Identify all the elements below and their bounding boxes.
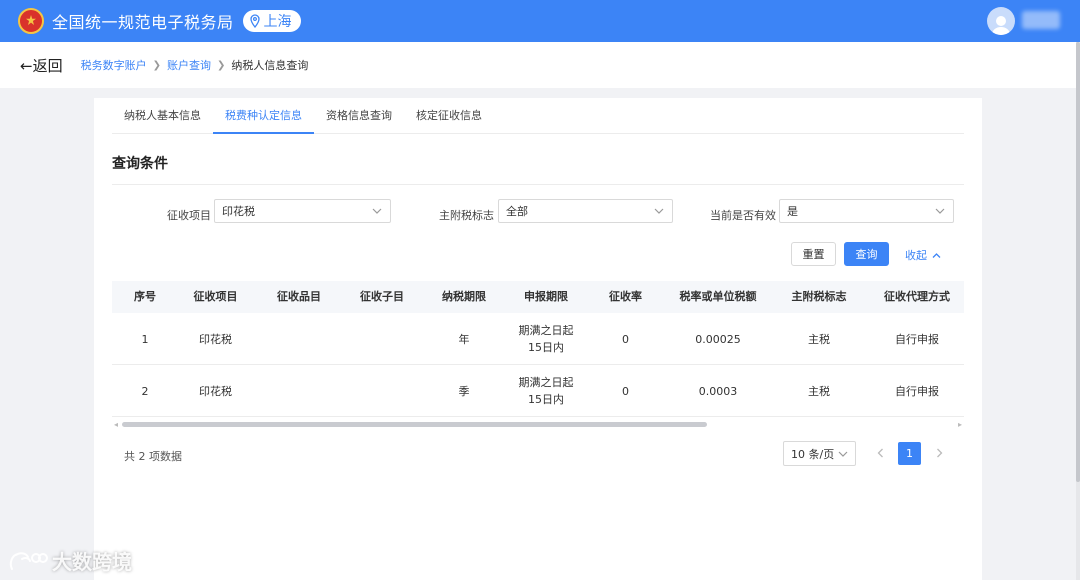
back-label: ←返回 (20, 56, 63, 75)
page-size-select[interactable]: 10 条/页 (783, 441, 856, 466)
chevron-right-icon (936, 448, 942, 458)
table-cell: 自行申报 (895, 332, 939, 346)
user-avatar[interactable] (987, 7, 1015, 35)
table-cell: 印花税 (199, 384, 232, 398)
watermark-text: 大数跨境 (52, 550, 132, 574)
chevron-down-icon (838, 451, 848, 457)
levy-item-value: 印花税 (222, 205, 255, 218)
tab-qualification-query[interactable]: 资格信息查询 (314, 98, 404, 133)
column-header: 纳税期限 (442, 290, 486, 303)
column-header: 征收项目 (193, 290, 238, 303)
table-cell: 期满之日起 15日内 (518, 376, 574, 406)
watermark: 大数跨境 (8, 546, 132, 575)
top-header: 全国统一规范电子税务局 上海 (0, 0, 1080, 42)
table-header: 序号 征收项目 征收品目 征收子目 纳税期限 申报期限 征收率 税率或单位税额 … (112, 281, 964, 313)
table-cell: 年 (458, 332, 470, 346)
breadcrumb-bar: ←返回 税务数字账户 ❯ 账户查询 ❯ 纳税人信息查询 (0, 42, 1076, 88)
table-cell: 主税 (808, 332, 830, 346)
back-button[interactable]: ←返回 (20, 55, 63, 76)
column-header: 序号 (134, 290, 156, 303)
table-cell: 季 (458, 384, 470, 398)
page-number-button[interactable]: 1 (898, 442, 921, 465)
table-cell: 主税 (808, 384, 830, 398)
chevron-right-icon: ❯ (152, 59, 161, 71)
tab-tax-type-info[interactable]: 税费种认定信息 (213, 98, 314, 134)
table-cell: 1 (141, 332, 149, 346)
tax-type-table: 序号 征收项目 征收品目 征收子目 纳税期限 申报期限 征收率 税率或单位税额 … (112, 281, 964, 427)
breadcrumb-item-current: 纳税人信息查询 (231, 59, 309, 72)
table-cell (253, 313, 345, 365)
main-sub-tax-value: 全部 (506, 205, 528, 218)
breadcrumb: 税务数字账户 ❯ 账户查询 ❯ 纳税人信息查询 (81, 57, 309, 73)
chevron-left-icon (877, 448, 883, 458)
user-icon (992, 16, 1010, 35)
search-button[interactable]: 查询 (844, 242, 889, 266)
table-scrollbar-thumb[interactable] (122, 422, 707, 427)
table-horizontal-scrollbar[interactable]: ◂ ▸ (112, 419, 964, 429)
table-cell: 0 (622, 332, 629, 346)
table-cell (345, 313, 419, 365)
tab-bar: 纳税人基本信息 税费种认定信息 资格信息查询 核定征收信息 (112, 98, 964, 134)
table-cell (345, 365, 419, 417)
next-page-button[interactable] (931, 444, 947, 462)
table-cell: 2 (141, 384, 149, 398)
chevron-down-icon (654, 208, 664, 214)
section-title: 查询条件 (112, 156, 168, 172)
app-title: 全国统一规范电子税务局 (52, 13, 234, 32)
table-cell: 0.0003 (698, 384, 738, 398)
breadcrumb-item-tax-account[interactable]: 税务数字账户 (81, 57, 147, 73)
chevron-up-icon (932, 252, 941, 258)
page-scrollbar[interactable] (1076, 42, 1080, 580)
main-sub-tax-select[interactable]: 全部 (498, 199, 673, 223)
table-cell: 期满之日起 15日内 (518, 324, 574, 354)
currently-valid-select[interactable]: 是 (779, 199, 954, 223)
levy-item-select[interactable]: 印花税 (214, 199, 391, 223)
column-header: 税率或单位税额 (679, 290, 757, 303)
column-header: 申报期限 (524, 290, 568, 303)
table-cell: 自行申报 (895, 384, 939, 398)
location-pin-icon (249, 14, 260, 28)
breadcrumb-item-account-query[interactable]: 账户查询 (167, 57, 211, 73)
main-card: 纳税人基本信息 税费种认定信息 资格信息查询 核定征收信息 查询条件 征收项目 … (94, 98, 982, 580)
currently-valid-value: 是 (787, 205, 798, 218)
tax-emblem-icon (18, 8, 44, 34)
username-blurred[interactable] (1022, 11, 1060, 29)
page-size-value: 10 条/页 (791, 447, 835, 461)
scroll-right-icon[interactable]: ▸ (958, 420, 962, 429)
divider (112, 184, 964, 185)
table-cell: 0.00025 (695, 332, 741, 346)
column-header: 征收品目 (277, 290, 321, 303)
watermark-logo-icon (9, 551, 48, 570)
region-selector[interactable]: 上海 (242, 10, 301, 32)
table-cell: 印花税 (199, 332, 232, 346)
table-row[interactable]: 1 印花税 年 期满之日起 15日内 0 0.00025 主税 自行申报 (112, 313, 964, 365)
table-cell: 0 (622, 384, 629, 398)
collapse-label: 收起 (905, 249, 927, 262)
collapse-link[interactable]: 收起 (905, 247, 941, 263)
tab-assessed-collection[interactable]: 核定征收信息 (404, 98, 494, 133)
previous-page-button[interactable] (872, 444, 888, 462)
column-header: 主附税标志 (791, 290, 847, 303)
filter-label-main-sub-tax: 主附税标志 (439, 209, 494, 222)
total-count: 共 2 项数据 (124, 450, 182, 463)
filter-label-levy-item: 征收项目 (167, 209, 211, 222)
table-row[interactable]: 2 印花税 季 期满之日起 15日内 0 0.0003 主税 自行申报 (112, 365, 964, 417)
region-label: 上海 (263, 14, 292, 30)
table-cell (253, 365, 345, 417)
tab-basic-info[interactable]: 纳税人基本信息 (112, 98, 213, 133)
column-header: 征收率 (609, 290, 642, 303)
chevron-down-icon (935, 208, 945, 214)
chevron-right-icon: ❯ (216, 59, 226, 71)
reset-button[interactable]: 重置 (791, 242, 836, 266)
scroll-left-icon[interactable]: ◂ (114, 420, 118, 429)
column-header: 征收代理方式 (884, 290, 950, 303)
page-scrollbar-thumb[interactable] (1076, 42, 1080, 482)
column-header: 征收子目 (360, 290, 404, 303)
filter-label-currently-valid: 当前是否有效 (710, 209, 776, 222)
chevron-down-icon (372, 208, 382, 214)
